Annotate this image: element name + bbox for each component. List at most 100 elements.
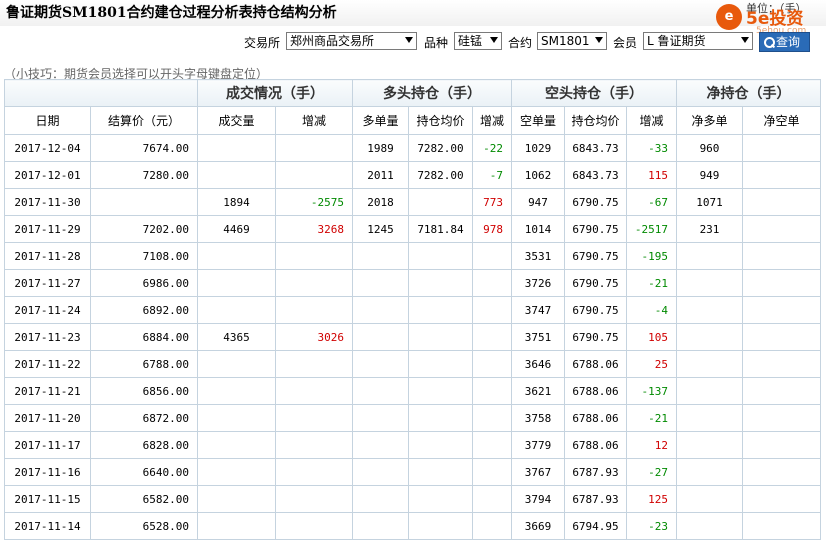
table-row: 2017-11-15 6582.00 3794 6787.93 125 <box>4 485 821 513</box>
exchange-select[interactable]: 郑州商品交易所 <box>286 32 417 50</box>
cell-settle-price: 7280.00 <box>90 161 198 189</box>
table-row: 2017-11-29 7202.00 4469 3268 1245 7181.84 978 1… <box>4 215 821 243</box>
cell-short-change: 25 <box>626 350 677 378</box>
cell-date: 2017-11-20 <box>4 404 91 432</box>
cell-short-qty: 947 <box>511 188 565 216</box>
col-short-qty[interactable]: 空单量 <box>511 106 565 135</box>
cell-short-change: -23 <box>626 512 677 540</box>
cell-volume <box>197 485 276 513</box>
table-row: 2017-11-14 6528.00 3669 6794.95 -23 <box>4 512 821 540</box>
cell-long-avg-price <box>408 512 473 540</box>
cell-long-change <box>472 323 512 351</box>
cell-short-avg-price: 6788.06 <box>564 404 627 432</box>
table-row: 2017-11-28 7108.00 3531 6790.75 -195 <box>4 242 821 270</box>
cell-short-qty: 3758 <box>511 404 565 432</box>
position-table: 成交情况（手） 多头持仓（手） 空头持仓（手） 净持仓（手） 日期 结算价（元）… <box>4 79 821 540</box>
member-label: 会员 <box>613 36 638 50</box>
cell-short-change: -137 <box>626 377 677 405</box>
cell-short-change: -67 <box>626 188 677 216</box>
column-header-row: 日期 结算价（元） 成交量 增减 多单量 持仓均价 增减 空单量 持仓均价 增减… <box>4 106 821 135</box>
table-row: 2017-11-17 6828.00 3779 6788.06 12 <box>4 431 821 459</box>
cell-net-short <box>742 242 821 270</box>
cell-settle-price <box>90 188 198 216</box>
cell-long-qty <box>352 350 409 378</box>
cell-date: 2017-11-30 <box>4 188 91 216</box>
cell-short-change: -2517 <box>626 215 677 243</box>
cell-long-avg-price <box>408 242 473 270</box>
cell-volume-change <box>275 161 353 189</box>
cell-date: 2017-12-04 <box>4 134 91 162</box>
cell-long-change <box>472 296 512 324</box>
cell-settle-price: 6788.00 <box>90 350 198 378</box>
chevron-down-icon <box>490 37 498 43</box>
cell-net-short <box>742 215 821 243</box>
cell-settle-price: 6856.00 <box>90 377 198 405</box>
cell-short-avg-price: 6788.06 <box>564 431 627 459</box>
cell-long-qty <box>352 377 409 405</box>
cell-settle-price: 7202.00 <box>90 215 198 243</box>
col-net-short[interactable]: 净空单 <box>742 106 821 135</box>
table-row: 2017-11-23 6884.00 4365 3026 3751 6790.75 105 <box>4 323 821 351</box>
query-button[interactable]: 查询 <box>759 32 810 52</box>
group-header-net: 净持仓（手） <box>676 79 821 107</box>
contract-select[interactable]: SM1801 <box>537 32 607 50</box>
col-volume[interactable]: 成交量 <box>197 106 276 135</box>
cell-date: 2017-11-24 <box>4 296 91 324</box>
col-net-long[interactable]: 净多单 <box>676 106 743 135</box>
cell-volume <box>197 404 276 432</box>
cell-date: 2017-11-27 <box>4 269 91 297</box>
cell-net-long: 231 <box>676 215 743 243</box>
cell-short-qty: 3726 <box>511 269 565 297</box>
cell-short-qty: 3621 <box>511 377 565 405</box>
cell-net-short <box>742 269 821 297</box>
cell-long-change: -7 <box>472 161 512 189</box>
cell-long-change <box>472 404 512 432</box>
cell-settle-price: 7108.00 <box>90 242 198 270</box>
member-select[interactable]: L 鲁证期货 <box>643 32 753 50</box>
cell-long-avg-price <box>408 296 473 324</box>
cell-settle-price: 6872.00 <box>90 404 198 432</box>
cell-short-qty: 3767 <box>511 458 565 486</box>
col-date[interactable]: 日期 <box>4 106 91 135</box>
chevron-down-icon <box>741 37 749 43</box>
cell-volume: 4365 <box>197 323 276 351</box>
cell-net-short <box>742 350 821 378</box>
cell-long-qty <box>352 512 409 540</box>
logo-icon: e <box>716 4 742 30</box>
col-long-avg-price[interactable]: 持仓均价 <box>408 106 473 135</box>
exchange-select-value: 郑州商品交易所 <box>290 34 375 48</box>
cell-date: 2017-11-16 <box>4 458 91 486</box>
cell-long-avg-price <box>408 269 473 297</box>
cell-net-long <box>676 350 743 378</box>
cell-net-short <box>742 188 821 216</box>
cell-net-short <box>742 323 821 351</box>
cell-short-avg-price: 6790.75 <box>564 269 627 297</box>
table-row: 2017-11-20 6872.00 3758 6788.06 -21 <box>4 404 821 432</box>
cell-volume-change <box>275 377 353 405</box>
cell-short-avg-price: 6790.75 <box>564 323 627 351</box>
col-settle-price[interactable]: 结算价（元） <box>90 106 198 135</box>
cell-volume-change <box>275 269 353 297</box>
group-header-volume: 成交情况（手） <box>197 79 353 107</box>
cell-long-qty <box>352 485 409 513</box>
member-select-value: L 鲁证期货 <box>647 34 706 48</box>
cell-long-avg-price <box>408 431 473 459</box>
cell-long-qty <box>352 323 409 351</box>
cell-volume <box>197 161 276 189</box>
product-select-value: 硅锰 <box>458 34 483 48</box>
table-row: 2017-11-21 6856.00 3621 6788.06 -137 <box>4 377 821 405</box>
cell-short-avg-price: 6787.93 <box>564 458 627 486</box>
col-long-qty[interactable]: 多单量 <box>352 106 409 135</box>
col-volume-change[interactable]: 增减 <box>275 106 353 135</box>
col-short-change[interactable]: 增减 <box>626 106 677 135</box>
product-select[interactable]: 硅锰 <box>454 32 502 50</box>
product-label: 品种 <box>424 36 449 50</box>
cell-settle-price: 6582.00 <box>90 485 198 513</box>
col-long-change[interactable]: 增减 <box>472 106 512 135</box>
cell-net-short <box>742 512 821 540</box>
col-short-avg-price[interactable]: 持仓均价 <box>564 106 627 135</box>
cell-long-qty <box>352 431 409 459</box>
cell-volume <box>197 512 276 540</box>
cell-short-avg-price: 6790.75 <box>564 188 627 216</box>
cell-long-change <box>472 269 512 297</box>
